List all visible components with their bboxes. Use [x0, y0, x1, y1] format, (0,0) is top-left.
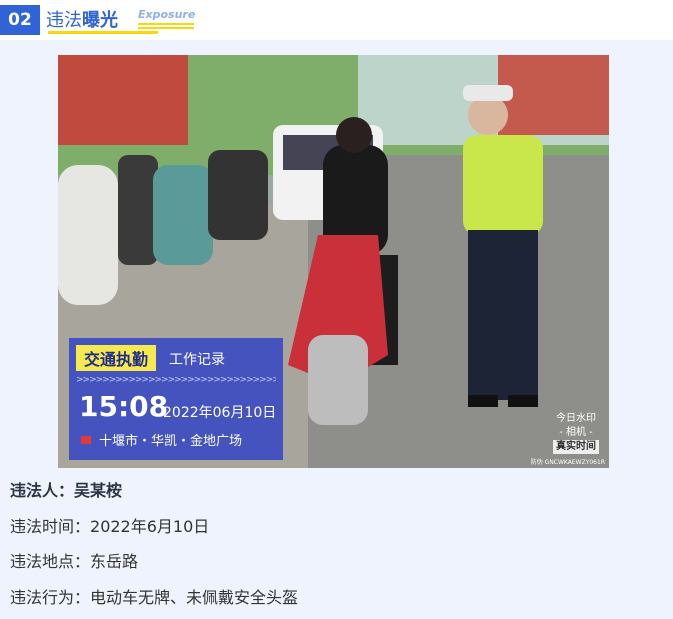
violation-photo: 交通执勤 工作记录 >>>>>>>>>>>>>>>>>>>>>>>>>>>>>>… [58, 55, 609, 468]
watermark-date: 2022年06月10日 [163, 405, 277, 421]
content-panel: 交通执勤 工作记录 >>>>>>>>>>>>>>>>>>>>>>>>>>>>>>… [0, 40, 673, 619]
camera-watermark: 今日水印 - 相机 - 真实时间 [553, 412, 599, 454]
section-subtitle-en: Exposure [138, 8, 196, 21]
violation-place-value: 东岳路 [90, 552, 139, 571]
camera-watermark-line3: 真实时间 [553, 440, 599, 454]
violation-behavior-value: 电动车无牌、未佩戴安全头盔 [90, 588, 299, 607]
violator-value: 吴某桉 [74, 481, 123, 500]
title-underline [48, 31, 158, 34]
section-title: 违法曝光 [46, 6, 118, 32]
violation-behavior-label: 违法行为： [10, 588, 91, 607]
section-title-part1: 违法 [46, 10, 82, 31]
work-record-watermark: 交通执勤 工作记录 >>>>>>>>>>>>>>>>>>>>>>>>>>>>>>… [69, 338, 283, 460]
location-icon [81, 436, 91, 444]
violator-row: 违法人：吴某桉 [10, 477, 122, 501]
violation-place-label: 违法地点： [10, 552, 91, 571]
watermark-category: 交通执勤 [76, 345, 156, 371]
violation-place-row: 违法地点：东岳路 [10, 548, 138, 572]
violation-time-row: 违法时间：2022年6月10日 [10, 513, 209, 537]
watermark-divider: >>>>>>>>>>>>>>>>>>>>>>>>>>>>>>>>>>>>>>>> [76, 375, 276, 385]
violator-label: 违法人： [10, 481, 75, 500]
section-header: 02 违法曝光 Exposure [0, 0, 673, 40]
watermark-location: 十堰市・华凯・金地广场 [99, 434, 243, 449]
watermark-type: 工作记录 [169, 352, 225, 368]
subtitle-underline [138, 23, 194, 25]
camera-watermark-line2: - 相机 - [559, 427, 593, 438]
section-title-part2: 曝光 [82, 10, 118, 31]
subtitle-underline-2 [138, 27, 194, 29]
section-number-badge: 02 [0, 5, 46, 40]
watermark-time: 15:08 [79, 390, 169, 423]
violation-behavior-row: 违法行为：电动车无牌、未佩戴安全头盔 [10, 584, 298, 608]
violation-time-value: 2022年6月10日 [90, 517, 210, 536]
camera-watermark-code: 防伪 GNCWKAEWZY061R [530, 459, 605, 466]
violation-time-label: 违法时间： [10, 517, 91, 536]
camera-watermark-line1: 今日水印 [556, 413, 596, 424]
